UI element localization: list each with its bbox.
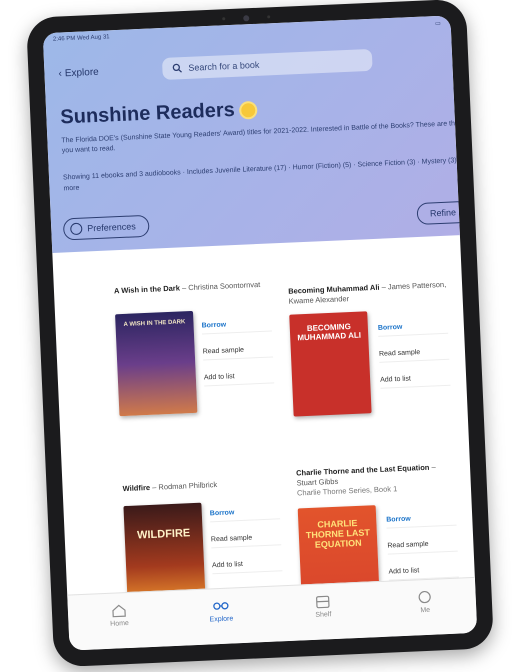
- status-bar: 2:46 PM Wed Aug 31 ▭: [53, 20, 441, 47]
- page-title: Sunshine Readers: [59, 98, 236, 129]
- me-icon: [418, 590, 431, 604]
- front-camera: [243, 15, 250, 22]
- borrow-button[interactable]: Borrow: [377, 321, 449, 337]
- sun-icon: [240, 102, 256, 118]
- tab-home[interactable]: Home: [89, 602, 150, 629]
- borrow-button[interactable]: Borrow: [386, 513, 457, 529]
- title-row: Sunshine Readers: [59, 98, 256, 129]
- explore-icon: [213, 602, 229, 610]
- book-item[interactable]: Wildfire – Rodman Philbrick: [122, 477, 282, 494]
- tab-label: Explore: [209, 615, 234, 624]
- battery-icon: ▭: [434, 20, 441, 28]
- back-label: Explore: [64, 66, 99, 80]
- chevron-left-icon: ‹: [58, 68, 63, 80]
- filter-summary[interactable]: Showing 11 ebooks and 3 audiobooks · Inc…: [63, 154, 477, 195]
- tab-label: Shelf: [315, 611, 332, 619]
- refine-button[interactable]: Refine: [416, 200, 470, 226]
- book-item[interactable]: Charlie Thorne and the Last Equation – S…: [296, 462, 457, 499]
- status-time: 2:46 PM Wed Aug 31: [52, 34, 110, 43]
- sensor-dot: [222, 17, 226, 21]
- read-sample-button[interactable]: Read sample: [202, 345, 274, 361]
- tab-explore[interactable]: Explore: [191, 598, 252, 625]
- read-sample-button[interactable]: Read sample: [387, 539, 458, 555]
- book-title-line[interactable]: Wildfire – Rodman Philbrick: [122, 477, 282, 494]
- shelf-icon: [316, 595, 330, 609]
- home-icon: [112, 604, 126, 618]
- book-item[interactable]: A Wish in the Dark – Christina Soontornv…: [114, 279, 274, 296]
- book-cover[interactable]: A WISH IN THE DARK: [115, 310, 198, 417]
- photo-stage: 2:46 PM Wed Aug 31 ▭ ‹ Explore Sunshine …: [0, 0, 512, 672]
- search-input[interactable]: [188, 56, 339, 73]
- add-to-list-button[interactable]: Add to list: [380, 373, 451, 389]
- collection-header: 2:46 PM Wed Aug 31 ▭ ‹ Explore Sunshine …: [42, 15, 477, 253]
- tab-shelf[interactable]: Shelf: [292, 593, 353, 620]
- book-title-line[interactable]: A Wish in the Dark – Christina Soontornv…: [114, 279, 274, 296]
- read-sample-button[interactable]: Read sample: [210, 533, 282, 549]
- back-button[interactable]: ‹ Explore: [58, 67, 99, 80]
- refine-label: Refine: [429, 207, 457, 219]
- add-to-list-button[interactable]: Add to list: [203, 371, 275, 387]
- preferences-button[interactable]: Preferences: [62, 214, 150, 241]
- preferences-label: Preferences: [87, 221, 136, 234]
- preferences-icon: [70, 222, 83, 236]
- sensor-dot: [267, 15, 271, 19]
- search-bar[interactable]: [161, 48, 373, 80]
- borrow-button[interactable]: Borrow: [201, 319, 272, 335]
- book-item[interactable]: Becoming Muhammad Ali – James Patterson,…: [288, 280, 449, 307]
- app-screen: 2:46 PM Wed Aug 31 ▭ ‹ Explore Sunshine …: [42, 15, 478, 651]
- borrow-button[interactable]: Borrow: [209, 507, 281, 523]
- add-to-list-button[interactable]: Add to list: [211, 559, 283, 575]
- read-sample-button[interactable]: Read sample: [378, 347, 450, 363]
- book-cover[interactable]: BECOMING MUHAMMAD ALI: [289, 311, 372, 417]
- tab-label: Home: [110, 619, 130, 628]
- book-title-line[interactable]: Becoming Muhammad Ali – James Patterson,…: [288, 280, 449, 307]
- tablet-device: 2:46 PM Wed Aug 31 ▭ ‹ Explore Sunshine …: [26, 0, 494, 668]
- tab-me[interactable]: Me: [394, 589, 455, 616]
- tab-label: Me: [420, 606, 431, 615]
- search-icon: [172, 63, 182, 73]
